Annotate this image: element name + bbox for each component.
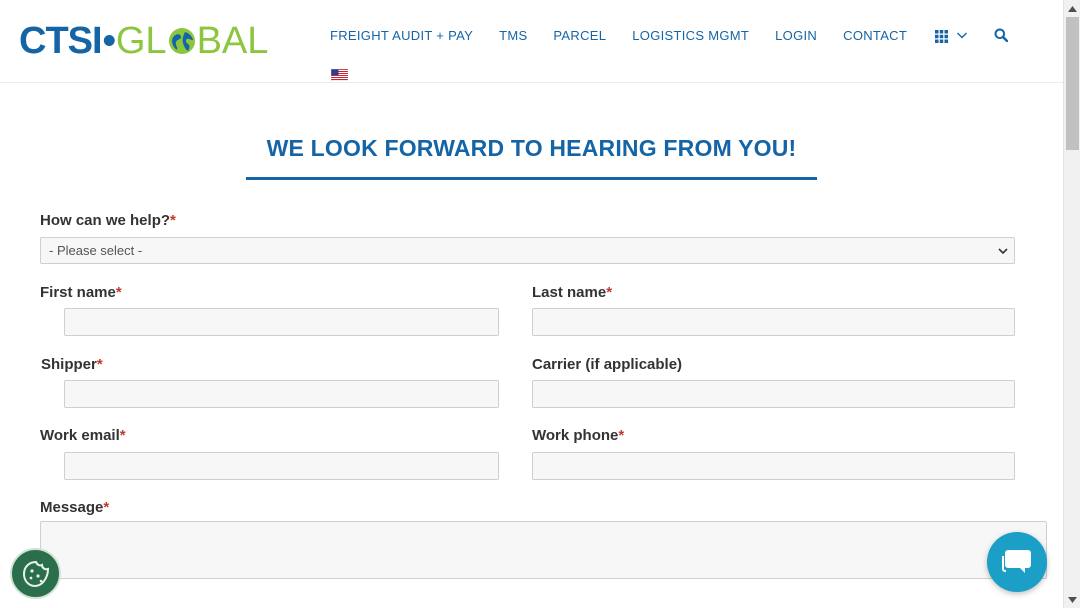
scroll-up-arrow-icon[interactable] bbox=[1064, 0, 1080, 17]
globe-icon bbox=[168, 28, 195, 54]
page-title: WE LOOK FORWARD TO HEARING FROM YOU! bbox=[266, 135, 797, 161]
us-flag-icon[interactable] bbox=[331, 69, 348, 81]
nav-logistics-mgmt[interactable]: LOGISTICS MGMT bbox=[632, 28, 749, 43]
cookie-settings-button[interactable] bbox=[10, 548, 61, 599]
main-nav: FREIGHT AUDIT + PAY TMS PARCEL LOGISTICS… bbox=[330, 27, 1009, 43]
required-asterisk: * bbox=[606, 284, 613, 301]
shipper-label: Shipper* bbox=[41, 356, 103, 373]
ctsi-global-logo[interactable]: CTSI • GL BAL bbox=[19, 22, 268, 60]
site-header: CTSI • GL BAL FREIGHT AUDIT + PAY TMS PA… bbox=[0, 0, 1063, 83]
chat-button[interactable] bbox=[987, 532, 1047, 592]
scroll-thumb[interactable] bbox=[1066, 17, 1079, 150]
required-asterisk: * bbox=[119, 427, 126, 444]
last-name-label: Last name* bbox=[532, 284, 612, 301]
required-asterisk: * bbox=[618, 427, 625, 444]
page: CTSI • GL BAL FREIGHT AUDIT + PAY TMS PA… bbox=[0, 0, 1063, 608]
title-underline bbox=[246, 177, 817, 180]
help-select-value: - Please select - bbox=[49, 243, 143, 258]
help-select[interactable]: - Please select - bbox=[40, 237, 1015, 264]
first-name-label: First name* bbox=[40, 284, 122, 301]
help-label: How can we help?* bbox=[40, 212, 176, 229]
work-phone-label-text: Work phone bbox=[532, 427, 619, 444]
nav-parcel[interactable]: PARCEL bbox=[553, 28, 606, 43]
carrier-label: Carrier (if applicable) bbox=[532, 356, 682, 373]
help-label-text: How can we help? bbox=[40, 212, 171, 229]
work-email-label-text: Work email bbox=[40, 427, 120, 444]
logo-ctsi-text: CTSI bbox=[19, 20, 103, 62]
message-label-text: Message bbox=[40, 499, 104, 516]
required-asterisk: * bbox=[103, 499, 110, 516]
nav-freight-audit-pay[interactable]: FREIGHT AUDIT + PAY bbox=[330, 28, 473, 43]
grid-icon[interactable] bbox=[935, 29, 949, 43]
first-name-label-text: First name bbox=[40, 284, 116, 301]
nav-login[interactable]: LOGIN bbox=[775, 28, 817, 43]
search-icon[interactable] bbox=[994, 28, 1009, 42]
required-asterisk: * bbox=[96, 356, 103, 373]
first-name-field[interactable] bbox=[64, 308, 499, 336]
chat-icon bbox=[1002, 550, 1031, 573]
work-phone-field[interactable] bbox=[532, 452, 1015, 480]
message-label: Message* bbox=[40, 499, 109, 516]
required-asterisk: * bbox=[170, 212, 176, 229]
required-asterisk: * bbox=[115, 284, 122, 301]
cookie-icon bbox=[22, 560, 49, 587]
shipper-field[interactable] bbox=[64, 380, 499, 408]
last-name-label-text: Last name bbox=[532, 284, 607, 301]
chevron-down-icon[interactable] bbox=[956, 29, 968, 41]
nav-contact[interactable]: CONTACT bbox=[843, 28, 907, 43]
scroll-down-arrow-icon[interactable] bbox=[1064, 591, 1080, 608]
carrier-label-text: Carrier (if applicable) bbox=[532, 356, 683, 373]
chevron-down-icon bbox=[998, 248, 1008, 255]
nav-tms[interactable]: TMS bbox=[499, 28, 527, 43]
logo-separator: • bbox=[102, 20, 116, 62]
work-email-label: Work email* bbox=[40, 427, 126, 444]
carrier-field[interactable] bbox=[532, 380, 1015, 408]
logo-global-text-start: GL bbox=[115, 20, 167, 62]
work-email-field[interactable] bbox=[64, 452, 499, 480]
message-textarea[interactable] bbox=[40, 521, 1047, 579]
page-scrollbar[interactable] bbox=[1063, 0, 1080, 608]
shipper-label-text: Shipper bbox=[41, 356, 97, 373]
work-phone-label: Work phone* bbox=[532, 427, 624, 444]
logo-global-text-end: BAL bbox=[196, 20, 269, 62]
last-name-field[interactable] bbox=[532, 308, 1015, 336]
